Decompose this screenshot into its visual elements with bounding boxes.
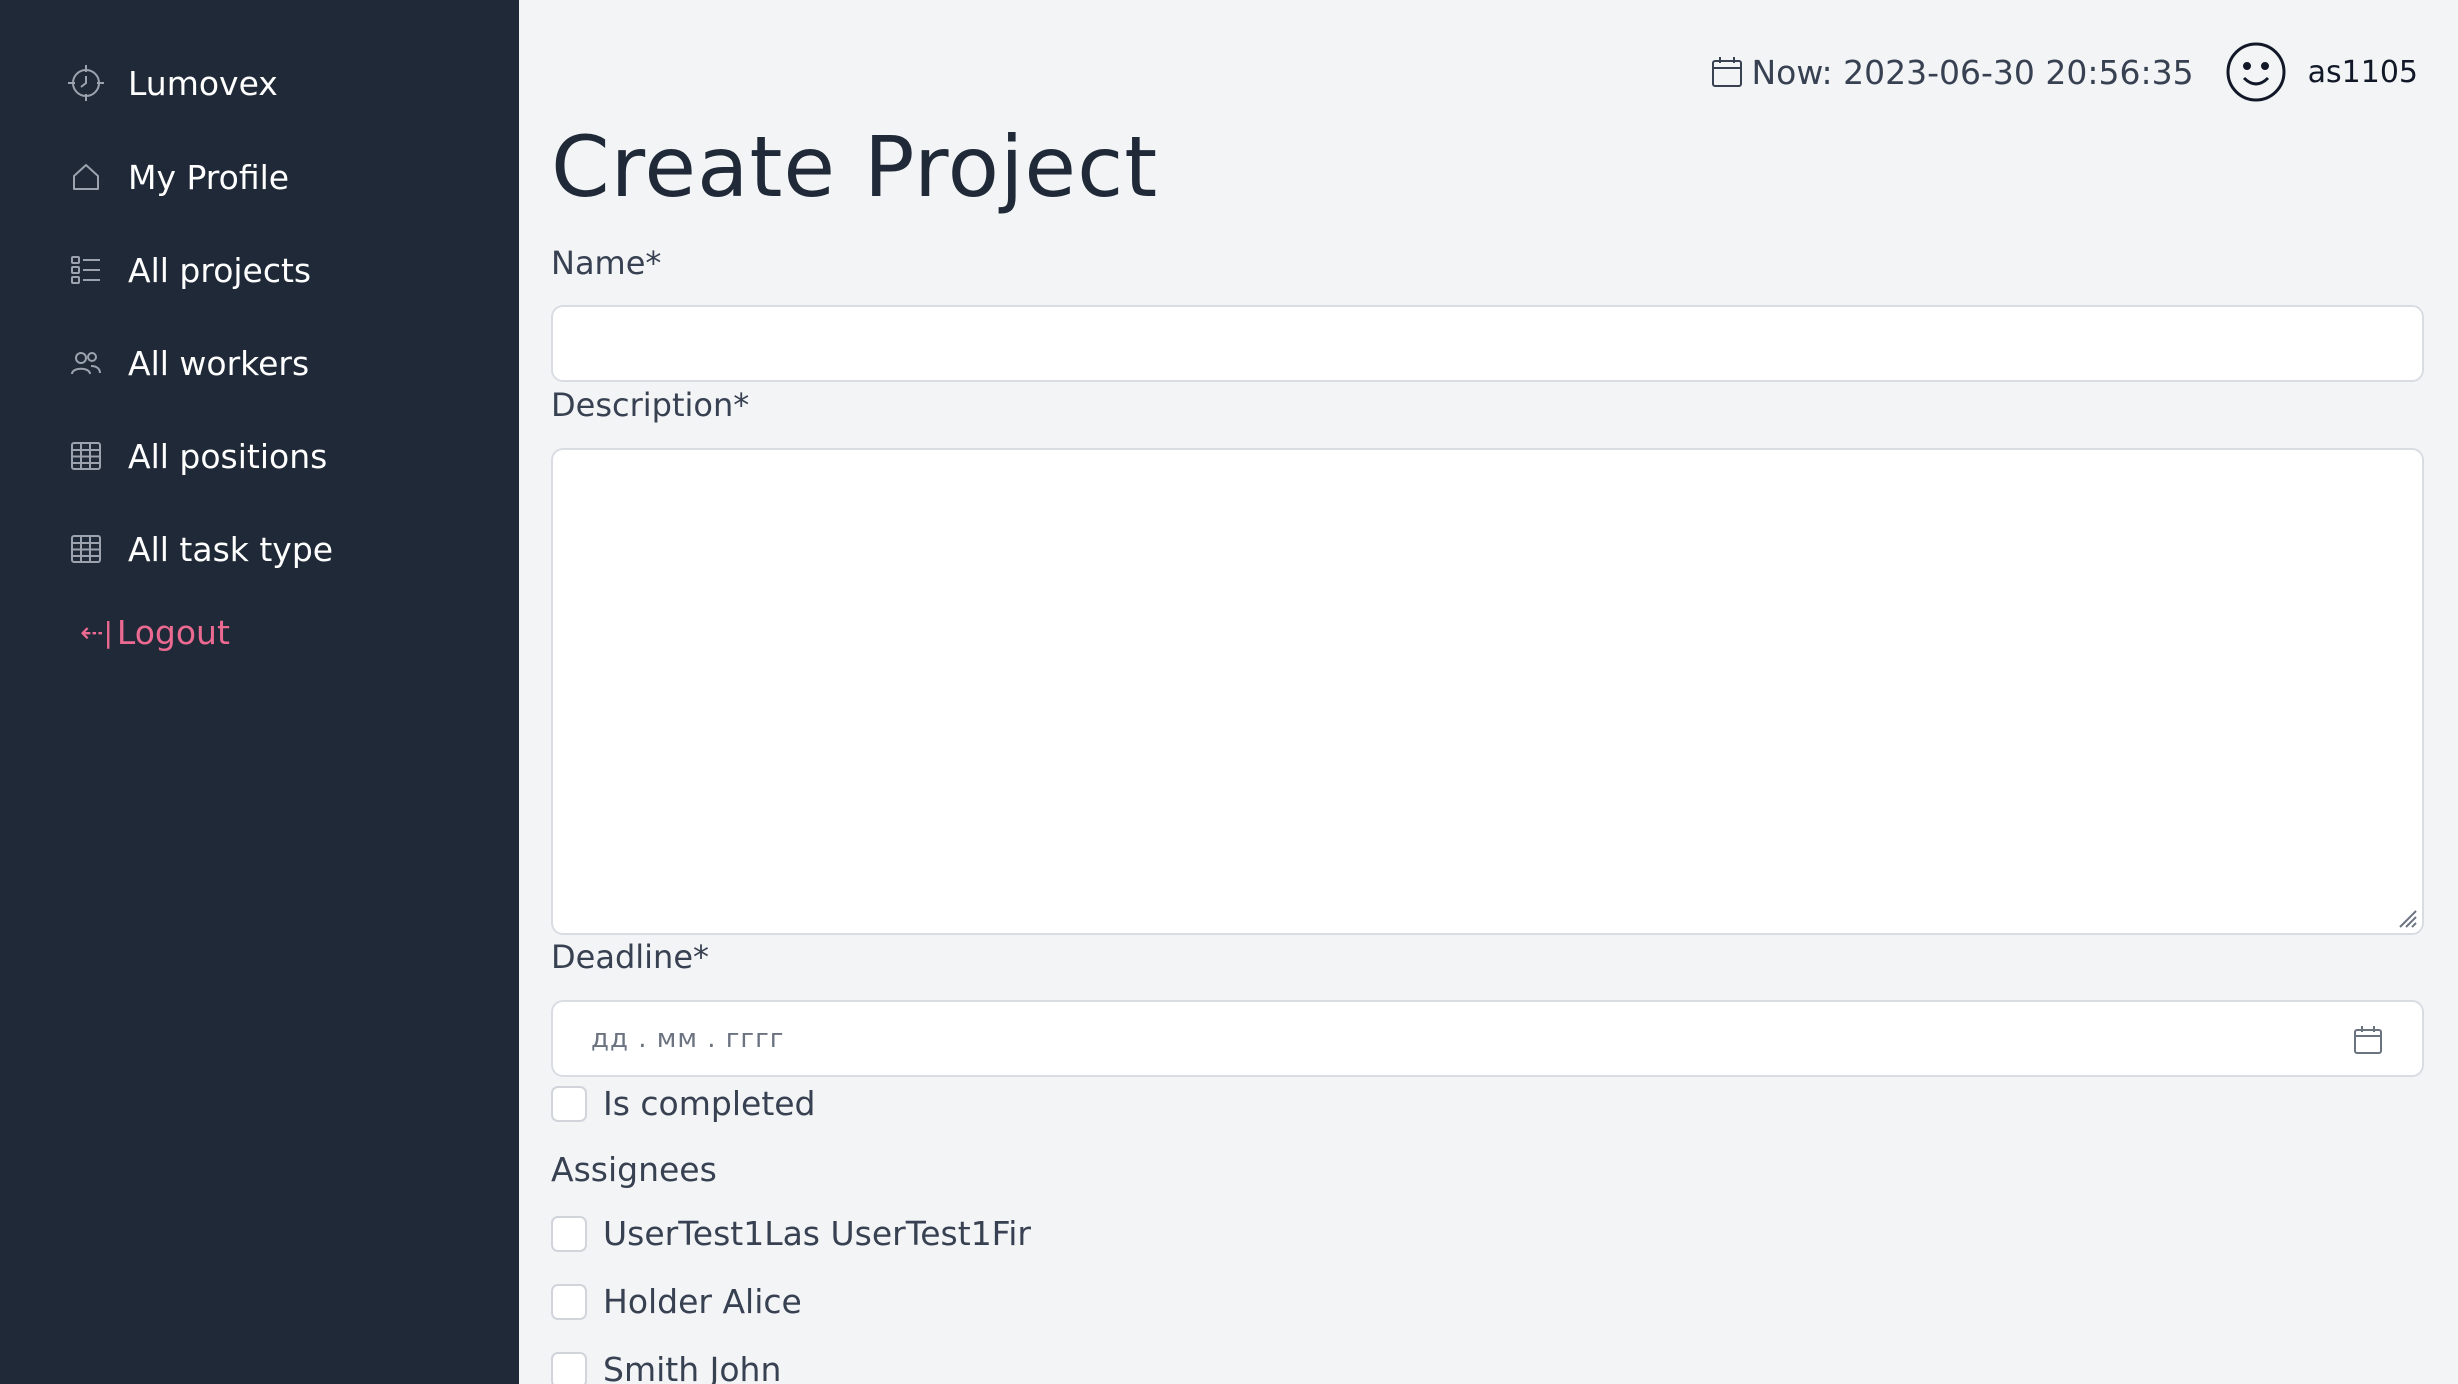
deadline-label: Deadline*	[551, 938, 709, 976]
sidebar: Lumovex My Profile All projects All work…	[0, 0, 519, 1384]
sidebar-item-label: All positions	[128, 436, 328, 476]
table-icon	[66, 529, 106, 569]
logout-label: Logout	[116, 612, 230, 652]
sidebar-item-label: All workers	[128, 343, 310, 383]
brand-link[interactable]: Lumovex	[66, 53, 278, 113]
logout-link[interactable]: ⇠| Logout	[80, 602, 230, 662]
assignee-checkbox[interactable]	[551, 1351, 587, 1384]
checklist-icon	[66, 250, 106, 290]
app-window: Lumovex My Profile All projects All work…	[0, 0, 2458, 1384]
resize-grip-icon[interactable]	[2394, 905, 2418, 929]
current-datetime: Now: 2023-06-30 20:56:35	[1709, 52, 2194, 92]
is-completed-label: Is completed	[603, 1084, 816, 1123]
assignees-label: Assignees	[551, 1150, 717, 1189]
assignee-row: Holder Alice	[551, 1282, 802, 1321]
sidebar-item-all-positions[interactable]: All positions	[66, 426, 327, 486]
calendar-picker-icon[interactable]	[2352, 1024, 2384, 1056]
name-input[interactable]	[551, 305, 2424, 382]
top-header: Now: 2023-06-30 20:56:35 as1105	[1709, 36, 2418, 108]
sidebar-item-all-workers[interactable]: All workers	[66, 333, 309, 393]
deadline-date-input[interactable]: дд . мм . гггг	[551, 1000, 2424, 1077]
sidebar-item-label: All projects	[128, 250, 312, 290]
assignee-row: UserTest1Las UserTest1Fir	[551, 1214, 1031, 1253]
is-completed-row: Is completed	[551, 1084, 816, 1123]
name-label: Name*	[551, 244, 662, 282]
clock-crosshair-icon	[66, 63, 106, 103]
username[interactable]: as1105	[2308, 55, 2418, 90]
description-textarea[interactable]	[551, 448, 2424, 935]
sidebar-item-my-profile[interactable]: My Profile	[66, 147, 289, 207]
calendar-icon	[1712, 57, 1743, 87]
page-title: Create Project	[551, 118, 1159, 216]
users-icon	[66, 343, 106, 383]
sidebar-item-all-projects[interactable]: All projects	[66, 240, 311, 300]
logout-arrow-icon: ⇠|	[80, 615, 113, 649]
description-label: Description*	[551, 386, 750, 424]
table-icon	[66, 436, 106, 476]
assignee-name: Smith John	[603, 1350, 782, 1384]
smiley-avatar-icon[interactable]	[2224, 40, 2288, 104]
home-icon	[66, 157, 106, 197]
brand-label: Lumovex	[128, 63, 278, 103]
sidebar-item-all-task-type[interactable]: All task type	[66, 519, 333, 579]
deadline-placeholder: дд . мм . гггг	[591, 1023, 785, 1054]
assignee-name: UserTest1Las UserTest1Fir	[603, 1214, 1032, 1253]
sidebar-item-label: My Profile	[128, 157, 290, 197]
sidebar-item-label: All task type	[128, 529, 334, 569]
assignee-checkbox[interactable]	[551, 1215, 587, 1252]
current-datetime-text: Now: 2023-06-30 20:56:35	[1751, 52, 2194, 92]
is-completed-checkbox[interactable]	[551, 1085, 587, 1122]
assignee-checkbox[interactable]	[551, 1283, 587, 1320]
assignee-name: Holder Alice	[603, 1282, 802, 1321]
assignee-row: Smith John	[551, 1350, 781, 1384]
